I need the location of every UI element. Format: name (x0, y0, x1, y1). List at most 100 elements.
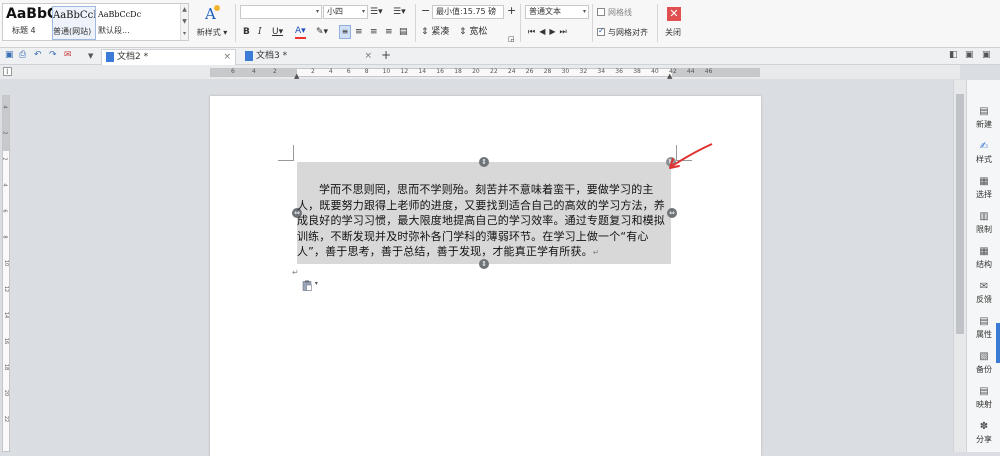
sidebar-item-feedback[interactable]: ✉ 反馈 (967, 281, 1000, 305)
sidebar-expand-tab[interactable] (996, 323, 1000, 363)
sidebar-item-new-doc[interactable]: ▤ 新建 (967, 106, 1000, 130)
bold-button[interactable]: B (243, 25, 250, 39)
close-icon[interactable]: ✕ (667, 7, 681, 21)
feedback-icon: ✉ (979, 281, 989, 292)
undo-icon[interactable]: ↶ (34, 50, 42, 60)
navigation-buttons[interactable]: ⏮◀▶⏭ (528, 25, 571, 39)
sidebar-item-share[interactable]: ✽ 分享 (967, 421, 1000, 445)
sidebar-item-structure[interactable]: ▦ 结构 (967, 246, 1000, 270)
quick-access-menu-icon[interactable]: ▼ (88, 52, 93, 60)
sidebar-item-mapping[interactable]: ▤ 映射 (967, 386, 1000, 410)
style-default-paragraph[interactable]: AaBbCcDc 默认段... (98, 6, 180, 40)
ruler-number: 30 (561, 68, 570, 75)
sidebar-item-label: 分享 (976, 435, 992, 444)
distribute-button[interactable]: ▤ (399, 25, 408, 39)
ruler-number: 4 (1, 183, 8, 187)
ruler-number: 10 (382, 68, 391, 75)
separator (592, 4, 593, 42)
separator (235, 4, 236, 42)
text-type-select[interactable]: 普通文本 ▾ (525, 5, 589, 19)
print-icon[interactable]: ⎙ (19, 50, 26, 60)
font-name-select[interactable]: ▾ (240, 5, 322, 19)
left-indent-marker[interactable]: ▲ (294, 72, 299, 80)
right-indent-marker[interactable]: ▲ (667, 72, 672, 80)
vertical-scrollbar[interactable] (953, 80, 966, 452)
ribbon: AaBbC 标题 4 AaBbCcI 普通(网站) AaBbCcDc 默认段..… (0, 0, 1000, 48)
vertical-ruler[interactable]: 4 2 2 4 6 8 10 12 14 16 18 20 22 (2, 95, 10, 452)
justify-button[interactable]: ≡ (385, 25, 393, 39)
loose-button[interactable]: ⇕ 宽松 (459, 25, 487, 39)
sidebar-item-label: 限制 (976, 225, 992, 234)
highlight-button[interactable]: ✎▾ (316, 25, 328, 39)
line-spacing-field[interactable]: 最小值:15.75 磅 (432, 5, 504, 19)
ruler-number: 8 (1, 235, 8, 239)
restrict-icon: ▥ (979, 211, 989, 222)
sidebar-item-style[interactable]: ✍ 样式 (967, 141, 1000, 165)
sidebar-toggle-icon[interactable]: ◧ (949, 50, 958, 60)
ruler-number: 6 (1, 209, 8, 213)
mapping-icon: ▤ (979, 386, 989, 397)
new-doc-icon: ▤ (979, 106, 989, 117)
paragraph-dialog-launcher[interactable]: ◲ (508, 32, 515, 46)
ruler-number: 6 (346, 68, 351, 75)
minimize-doc-icon[interactable]: ▣ (965, 50, 974, 60)
style-icon: ✍ (979, 141, 989, 152)
backup-icon: ▧ (979, 351, 989, 362)
email-icon[interactable]: ✉ (64, 50, 72, 60)
separator (415, 4, 416, 42)
underline-button[interactable]: U▾ (272, 25, 283, 39)
gridlines-checkbox[interactable]: 网格线 (597, 7, 632, 18)
ruler-number: 18 (3, 363, 10, 371)
style-heading4[interactable]: AaBbC 标题 4 (6, 6, 52, 40)
gallery-scroll[interactable]: ▲ ▼ ▾ (180, 4, 188, 40)
snap-to-grid-checkbox[interactable]: 与网格对齐 (597, 26, 648, 38)
ruler-number: 28 (543, 68, 552, 75)
sidebar-item-label: 映射 (976, 400, 992, 409)
ruler-number: 2 (311, 68, 315, 75)
align-left-button[interactable]: ≡ (339, 25, 351, 39)
ruler-number: 26 (525, 68, 534, 75)
ruler-number: 44 (686, 68, 695, 75)
align-right-button[interactable]: ≡ (370, 25, 378, 39)
new-tab-button[interactable]: + (381, 48, 391, 62)
ruler-number: 2 (1, 131, 8, 135)
save-icon[interactable]: ▣ (5, 50, 14, 60)
paste-options-button[interactable]: ▾ (302, 280, 318, 294)
close-tab-icon[interactable]: × (364, 49, 372, 64)
restore-doc-icon[interactable]: ▣ (982, 50, 991, 60)
close-tab-icon[interactable]: × (223, 50, 231, 65)
decrease-spacing-button[interactable]: − (421, 4, 430, 18)
align-center-button[interactable]: ≡ (355, 25, 363, 39)
sidebar-item-restrict[interactable]: ▥ 限制 (967, 211, 1000, 235)
increase-spacing-button[interactable]: + (507, 4, 516, 18)
horizontal-ruler[interactable]: 6 4 2 2 4 6 8 10 12 14 16 18 20 22 24 26 28 30 32 34 36 38 40 4… (210, 68, 760, 80)
style-gallery: AaBbC 标题 4 AaBbCcI 普通(网站) AaBbCcDc 默认段..… (2, 3, 189, 41)
close-label[interactable]: 关闭 (665, 27, 681, 38)
ruler-number: 4 (328, 68, 333, 75)
resize-handle-top[interactable]: ⇕ (479, 157, 489, 167)
style-normal-web[interactable]: AaBbCcI 普通(网站) (52, 6, 96, 40)
font-color-button[interactable]: A▾ (295, 25, 306, 39)
sidebar-item-select[interactable]: ▦ 选择 (967, 176, 1000, 200)
tab-stop-selector[interactable]: ⌊ (3, 67, 12, 76)
properties-icon: ▤ (979, 316, 989, 327)
redo-icon[interactable]: ↷ (49, 50, 57, 60)
margin-corner-marker (278, 145, 294, 161)
ruler-number: 24 (507, 68, 516, 75)
ruler-number: 16 (3, 337, 10, 345)
dropdown-arrow-icon: ▾ (314, 280, 318, 287)
annotation-arrow-icon (669, 143, 713, 169)
document-paragraph[interactable]: 学而不思则罔，思而不学则殆。刻苦并不意味着蛮干，要做学习的主人，既要努力跟得上老… (297, 182, 671, 261)
task-pane-sidebar: ▤ 新建 ✍ 样式 ▦ 选择 ▥ 限制 ▦ 结构 ✉ 反馈 ▤ 属性 ▧ 备份 ▤ 映射 ✽ 分享 (966, 80, 1000, 452)
scrollbar-thumb[interactable] (956, 94, 964, 334)
sidebar-item-label: 备份 (976, 365, 992, 374)
bullet-list-button[interactable]: ☰▾ (370, 5, 383, 19)
font-size-select[interactable]: 小四 ▾ (323, 5, 368, 19)
compact-button[interactable]: ⇕ 紧凑 (421, 25, 449, 39)
numbered-list-button[interactable]: ☰▾ (393, 5, 406, 19)
new-style-button[interactable]: A 新样式 ▾ (194, 4, 230, 38)
select-icon: ▦ (979, 176, 989, 187)
tab-document3[interactable]: 文档3 * × (241, 49, 376, 65)
italic-button[interactable]: I (258, 25, 262, 39)
tab-document2[interactable]: 文档2 * × (101, 49, 236, 65)
